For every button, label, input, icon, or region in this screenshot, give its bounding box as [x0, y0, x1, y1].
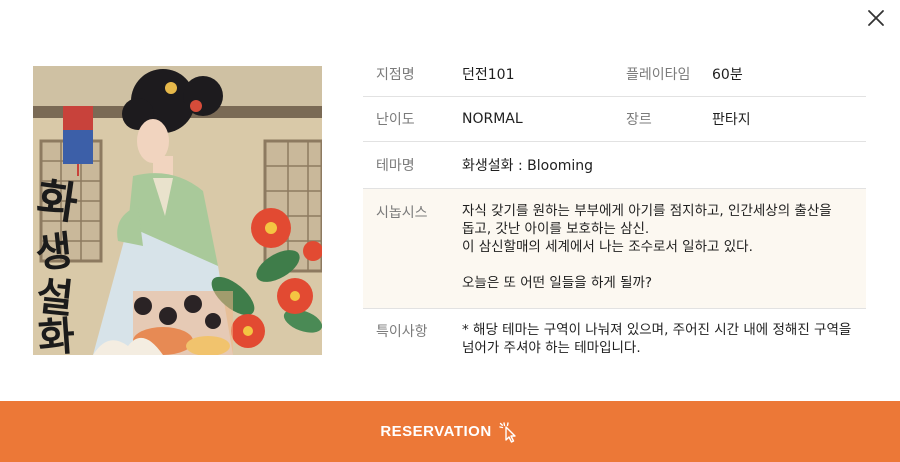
notice-text: * 해당 테마는 구역이 나눠져 있으며, 주어진 시간 내에 정해진 구역을 …: [462, 321, 851, 357]
close-button[interactable]: [866, 8, 886, 28]
difficulty-value: NORMAL: [462, 111, 523, 127]
theme-poster: 화 생 설 화: [33, 66, 322, 355]
difficulty-label: 난이도: [376, 112, 415, 128]
genre-value: 판타지: [712, 112, 751, 128]
theme-details: 지점명 던전101 플레이타임 60분 난이도 NORMAL 장르 판타지 테마…: [363, 52, 866, 369]
synopsis-line: 이 삼신할매의 세계에서 나는 조수로서 일하고 있다.: [462, 239, 753, 255]
notice-label: 특이사항: [376, 324, 428, 340]
synopsis-line: 자식 갖기를 원하는 부부에게 아기를 점지하고, 인간세상의 출산을: [462, 203, 832, 219]
pointer-click-icon: [498, 421, 520, 443]
notice-line: * 해당 테마는 구역이 나눠져 있으며, 주어진 시간 내에 정해진 구역을: [462, 322, 852, 338]
playtime-value: 60분: [712, 67, 743, 83]
reservation-label: RESERVATION: [380, 423, 492, 440]
playtime-label: 플레이타임: [626, 67, 691, 83]
reservation-button[interactable]: RESERVATION: [0, 401, 900, 462]
svg-text:화: 화: [34, 174, 81, 230]
branch-value: 던전101: [462, 67, 515, 83]
svg-text:화: 화: [36, 312, 76, 355]
close-icon: [868, 10, 884, 26]
theme-label: 테마명: [376, 158, 415, 174]
theme-value: 화생설화 : Blooming: [462, 158, 594, 174]
detail-row-synopsis: 시놉시스 자식 갖기를 원하는 부부에게 아기를 점지하고, 인간세상의 출산을…: [363, 189, 866, 309]
branch-label: 지점명: [376, 67, 415, 83]
synopsis-spacer: [462, 256, 832, 274]
genre-label: 장르: [626, 112, 652, 128]
detail-row-theme: 테마명 화생설화 : Blooming: [363, 142, 866, 189]
detail-row-difficulty: 난이도 NORMAL 장르 판타지: [363, 97, 866, 142]
detail-row-notice: 특이사항 * 해당 테마는 구역이 나눠져 있으며, 주어진 시간 내에 정해진…: [363, 309, 866, 369]
svg-text:생: 생: [33, 227, 75, 278]
synopsis-line: 돕고, 갓난 아이를 보호하는 삼신.: [462, 221, 650, 237]
synopsis-text: 자식 갖기를 원하는 부부에게 아기를 점지하고, 인간세상의 출산을 돕고, …: [462, 202, 832, 292]
notice-line: 넘어가 주셔야 하는 테마입니다.: [462, 340, 641, 356]
synopsis-line: 오늘은 또 어떤 일들을 하게 될까?: [462, 275, 653, 291]
synopsis-label: 시놉시스: [376, 205, 428, 221]
poster-illustration: 화 생 설 화: [33, 66, 322, 355]
detail-row-branch: 지점명 던전101 플레이타임 60분: [363, 52, 866, 97]
